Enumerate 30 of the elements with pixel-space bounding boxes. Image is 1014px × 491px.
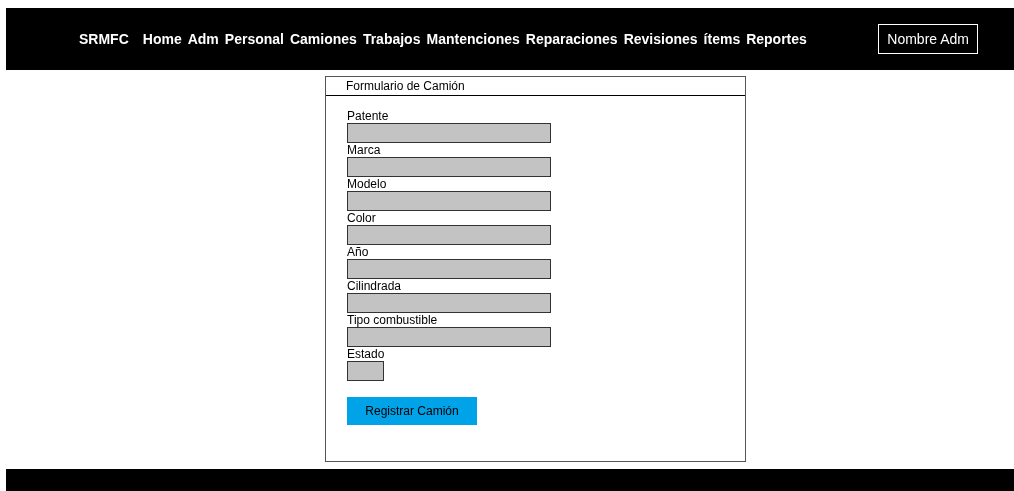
input-field[interactable]: [347, 259, 551, 279]
input-field[interactable]: [347, 225, 551, 245]
field-label: Modelo: [347, 177, 388, 191]
form-title: Formulario de Camión: [346, 78, 465, 95]
field-label: Año: [347, 245, 370, 259]
field-label: Tipo combustible: [347, 313, 439, 327]
field-label: Estado: [347, 347, 386, 361]
nav-link[interactable]: Trabajos: [362, 28, 421, 50]
nav-link[interactable]: Reportes: [746, 28, 807, 50]
user-button[interactable]: Nombre Adm: [878, 24, 978, 54]
field-label: Cilindrada: [347, 279, 403, 293]
input-field[interactable]: [347, 157, 551, 177]
field-label: Marca: [347, 143, 382, 157]
nav-link[interactable]: Home: [142, 28, 182, 50]
field-label: Color: [347, 211, 377, 225]
nav-link[interactable]: Reparaciones: [525, 28, 618, 50]
nav-link[interactable]: ítems: [703, 28, 741, 50]
nav-link[interactable]: Mantenciones: [426, 28, 520, 50]
input-field[interactable]: [347, 123, 551, 143]
input-field[interactable]: [347, 361, 384, 381]
field-label: Patente: [347, 109, 390, 123]
brand-name: SRMFC: [79, 29, 129, 49]
nav-link[interactable]: Revisiones: [623, 28, 698, 50]
nav-link[interactable]: Camiones: [289, 28, 357, 50]
nav-link[interactable]: Adm: [187, 28, 219, 50]
input-field[interactable]: [347, 191, 551, 211]
input-field[interactable]: [347, 293, 551, 313]
submit-button[interactable]: Registrar Camión: [347, 397, 477, 425]
input-field[interactable]: [347, 327, 551, 347]
nav-link[interactable]: Personal: [224, 28, 284, 50]
